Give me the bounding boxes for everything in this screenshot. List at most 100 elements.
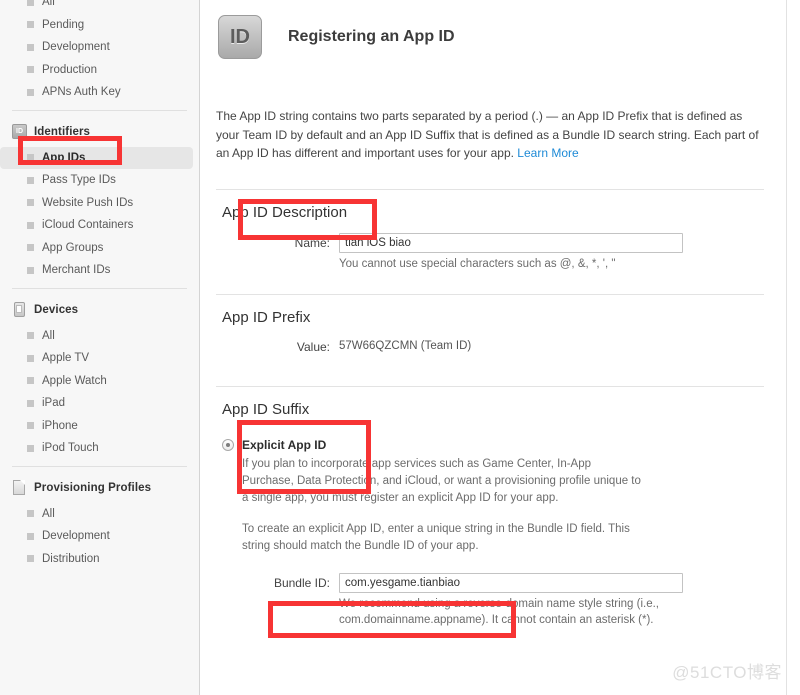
explicit-paragraph-2: To create an explicit App ID, enter a un… bbox=[242, 522, 630, 552]
sidebar-item-label: iPad bbox=[42, 397, 66, 410]
app-id-badge-icon: ID bbox=[218, 15, 262, 59]
sidebar-section-label: Devices bbox=[34, 303, 79, 316]
intro-text: The App ID string contains two parts sep… bbox=[216, 109, 759, 160]
sidebar-item-label: Development bbox=[42, 530, 110, 543]
sidebar-item-app-ids[interactable]: App IDs bbox=[0, 146, 193, 169]
bullet-square-icon bbox=[27, 399, 34, 407]
sidebar-item-label: Website Push IDs bbox=[42, 196, 134, 209]
sidebar-item-pending[interactable]: Pending bbox=[0, 14, 199, 37]
sidebar-scroll-region[interactable]: All Pending Development Production APNs Auth… bbox=[0, 0, 199, 570]
sidebar-item-pass-type-ids[interactable]: Pass Type IDs bbox=[0, 169, 199, 192]
sidebar-item-development[interactable]: Development bbox=[0, 36, 199, 59]
name-input[interactable] bbox=[339, 232, 683, 253]
sidebar-item-app-groups[interactable]: App Groups bbox=[0, 237, 199, 260]
prefix-value-row: Value: 57W66QZCMN (Team ID) bbox=[200, 340, 786, 354]
page-header: ID Registering an App ID bbox=[200, 0, 786, 62]
bullet-square-icon bbox=[27, 66, 34, 74]
sidebar-section-label: Provisioning Profiles bbox=[34, 481, 152, 494]
explicit-app-id-label: Explicit App ID bbox=[242, 437, 327, 452]
id-badge-icon-glyph: ID bbox=[12, 124, 27, 139]
sidebar-item-label: Production bbox=[42, 63, 97, 76]
sidebar-item-label: Merchant IDs bbox=[42, 264, 111, 277]
sidebar-section-identifiers: ID Identifiers bbox=[0, 117, 199, 147]
bullet-square-icon bbox=[27, 422, 34, 430]
content-right-rule bbox=[786, 0, 787, 695]
sidebar-item-label: iPod Touch bbox=[42, 442, 99, 455]
document-icon-glyph bbox=[13, 480, 25, 495]
sidebar-item-label: App Groups bbox=[42, 241, 104, 254]
explicit-paragraph-1: If you plan to incorporate app services … bbox=[242, 457, 641, 504]
bullet-square-icon bbox=[27, 332, 34, 340]
explicit-app-id-radio-row[interactable]: Explicit App ID bbox=[200, 438, 786, 452]
bundle-id-field-row: Bundle ID: bbox=[200, 572, 786, 593]
sidebar-item-label: All bbox=[42, 329, 55, 342]
sidebar-item-ipod-touch[interactable]: iPod Touch bbox=[0, 437, 199, 460]
prefix-value-label: Value: bbox=[296, 339, 330, 354]
sidebar-section-divider bbox=[12, 109, 187, 111]
prefix-value-text: 57W66QZCMN (Team ID) bbox=[339, 339, 472, 352]
sidebar-item-label: Distribution bbox=[42, 552, 100, 565]
device-phone-icon-glyph bbox=[14, 302, 25, 317]
bullet-square-icon bbox=[27, 354, 34, 362]
content-inner: ID Registering an App ID The App ID stri… bbox=[200, 0, 786, 628]
bullet-square-icon bbox=[27, 0, 34, 6]
sidebar-item-apple-tv[interactable]: Apple TV bbox=[0, 347, 199, 370]
sidebar-item-production[interactable]: Production bbox=[0, 59, 199, 82]
sidebar-item-label: All bbox=[42, 507, 55, 520]
app-id-registration-page: All Pending Development Production APNs Auth… bbox=[0, 0, 800, 695]
bundle-id-hint: We recommend using a reverse-domain name… bbox=[339, 597, 660, 626]
content-panel: ID Registering an App ID The App ID stri… bbox=[200, 0, 800, 695]
bullet-square-icon bbox=[27, 510, 34, 518]
bullet-square-icon bbox=[27, 244, 34, 252]
document-icon bbox=[12, 480, 27, 495]
sidebar-item-label: All bbox=[42, 0, 55, 9]
sidebar-item-label: iPhone bbox=[42, 419, 78, 432]
bullet-square-icon bbox=[27, 154, 34, 162]
name-field-row: Name: bbox=[200, 232, 786, 253]
id-badge-icon: ID bbox=[12, 124, 27, 139]
sidebar-item-label: iCloud Containers bbox=[42, 219, 134, 232]
scroll-gutter[interactable] bbox=[787, 0, 800, 695]
radio-selected-icon[interactable] bbox=[222, 438, 234, 451]
sidebar-item-label: Apple Watch bbox=[42, 374, 107, 387]
section-title-app-id-description: App ID Description bbox=[222, 203, 348, 221]
watermark: @51CTO博客 bbox=[672, 663, 782, 682]
sidebar-item-all[interactable]: All bbox=[0, 325, 199, 348]
bullet-square-icon bbox=[27, 221, 34, 229]
sidebar-item-label: Apple TV bbox=[42, 352, 90, 365]
sidebar-item-all[interactable]: All bbox=[0, 0, 199, 14]
bullet-square-icon bbox=[27, 176, 34, 184]
bullet-square-icon bbox=[27, 266, 34, 274]
page-title: Registering an App ID bbox=[288, 28, 455, 45]
sidebar-section-provisioning-profiles: Provisioning Profiles bbox=[0, 473, 199, 503]
intro-paragraph: The App ID string contains two parts sep… bbox=[216, 107, 764, 163]
sidebar-item-label: Pending bbox=[42, 18, 85, 31]
bundle-id-input[interactable] bbox=[339, 572, 683, 593]
bullet-square-icon bbox=[27, 444, 34, 452]
sidebar-item-apple-watch[interactable]: Apple Watch bbox=[0, 370, 199, 393]
sidebar-item-label: APNs Auth Key bbox=[42, 86, 121, 99]
learn-more-link[interactable]: Learn More bbox=[517, 146, 578, 160]
bundle-id-label: Bundle ID: bbox=[273, 575, 330, 590]
sidebar-item-website-push-ids[interactable]: Website Push IDs bbox=[0, 192, 199, 215]
device-phone-icon bbox=[12, 302, 27, 317]
section-title-app-id-prefix: App ID Prefix bbox=[222, 308, 311, 326]
section-title-app-id-suffix: App ID Suffix bbox=[222, 400, 310, 418]
bullet-square-icon bbox=[27, 21, 34, 29]
bullet-square-icon bbox=[27, 88, 34, 96]
bullet-square-icon bbox=[27, 377, 34, 385]
bullet-square-icon bbox=[27, 43, 34, 51]
bullet-square-icon bbox=[27, 199, 34, 207]
sidebar-item-distribution[interactable]: Distribution bbox=[0, 548, 199, 571]
sidebar-item-development[interactable]: Development bbox=[0, 525, 199, 548]
sidebar-item-apns-auth-key[interactable]: APNs Auth Key bbox=[0, 81, 199, 104]
bullet-square-icon bbox=[27, 532, 34, 540]
sidebar-item-all[interactable]: All bbox=[0, 503, 199, 526]
sidebar-item-ipad[interactable]: iPad bbox=[0, 392, 199, 415]
bullet-square-icon bbox=[27, 555, 34, 563]
sidebar-section-divider bbox=[12, 287, 187, 289]
sidebar-section-devices: Devices bbox=[0, 295, 199, 325]
sidebar-item-merchant-ids[interactable]: Merchant IDs bbox=[0, 259, 199, 282]
sidebar-item-icloud-containers[interactable]: iCloud Containers bbox=[0, 214, 199, 237]
sidebar-item-iphone[interactable]: iPhone bbox=[0, 415, 199, 438]
